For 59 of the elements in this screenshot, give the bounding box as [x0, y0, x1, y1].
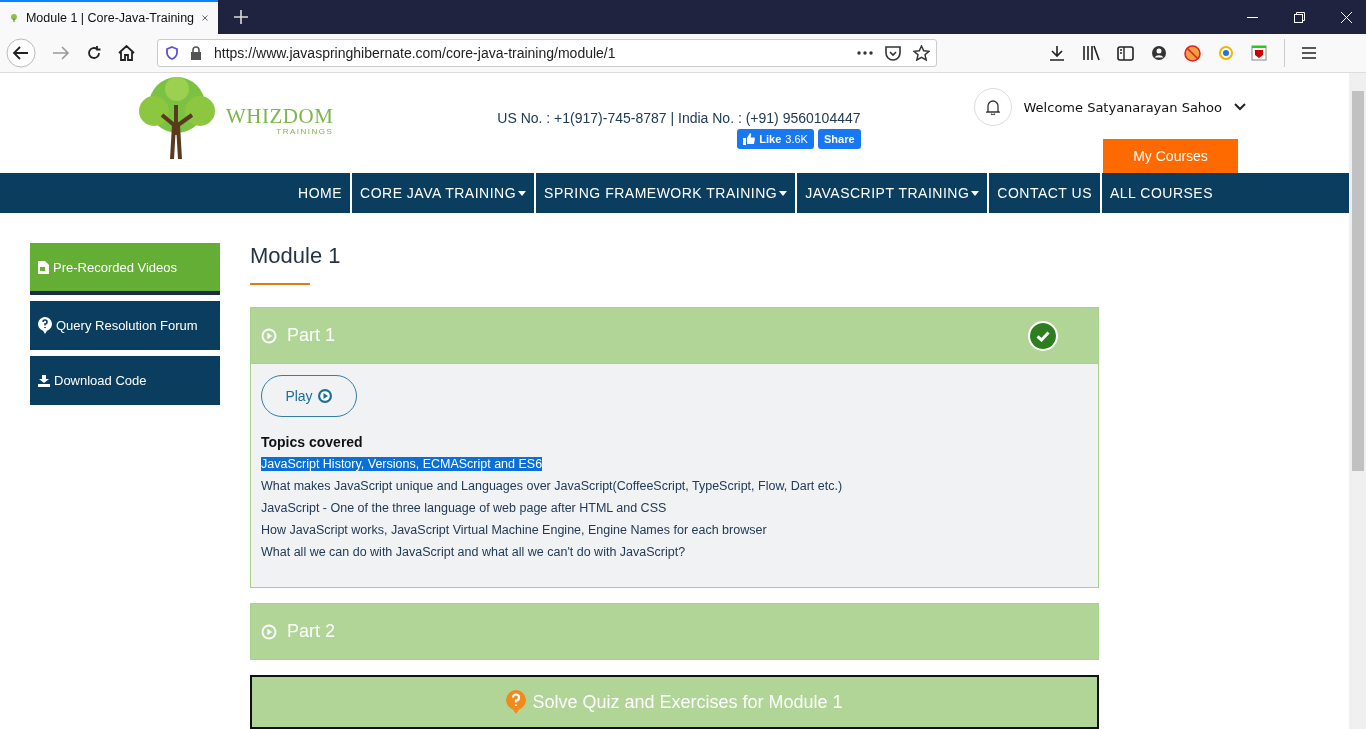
url-text: https://www.javaspringhibernate.com/core-java-training/module/1	[214, 45, 617, 61]
download-icon[interactable]	[1049, 45, 1065, 61]
home-icon[interactable]	[118, 45, 135, 61]
tab-title: Module 1 | Core-Java-Training	[25, 11, 195, 25]
nav-link[interactable]: CORE JAVA TRAINING	[352, 173, 535, 213]
question-bubble-icon	[506, 690, 527, 714]
menu-icon[interactable]	[1302, 47, 1316, 59]
chevron-down-icon[interactable]	[1234, 103, 1247, 111]
sidebar-icon[interactable]	[1117, 45, 1134, 61]
play-circle-icon	[261, 623, 277, 640]
thumbs-up-icon	[743, 133, 756, 145]
topic-text: How JavaScript works, JavaScript Virtual Machine Engine, Engine Names for each browser	[261, 523, 767, 537]
nav-link[interactable]: HOME	[290, 173, 351, 213]
nav-link[interactable]: JAVASCRIPT TRAINING	[797, 173, 988, 213]
shield-icon	[166, 46, 178, 60]
shield-extension-icon[interactable]	[1251, 45, 1267, 61]
close-icon[interactable]	[1341, 11, 1352, 23]
blocked-extension-icon[interactable]	[1184, 44, 1201, 62]
library-icon[interactable]	[1082, 45, 1100, 61]
extension-icon[interactable]	[1218, 45, 1234, 61]
topics-heading: Topics covered	[261, 434, 364, 450]
phone-numbers: US No. : +1(917)-745-8787 | India No. : (+91) 9560104447	[497, 110, 861, 126]
play-circle-icon	[316, 388, 333, 404]
reload-icon[interactable]	[86, 45, 102, 61]
forward-icon[interactable]	[52, 45, 70, 61]
scrollbar[interactable]	[1349, 73, 1366, 729]
new-tab-icon[interactable]	[234, 10, 248, 24]
lock-icon	[190, 46, 202, 60]
logo-tagline: TRAININGS	[276, 127, 334, 136]
play-circle-icon	[261, 327, 277, 344]
pocket-icon[interactable]	[885, 45, 901, 61]
bell-icon	[985, 99, 1000, 115]
nav-link[interactable]: CONTACT US	[989, 173, 1100, 213]
nav-link[interactable]: ALL COURSES	[1102, 173, 1221, 213]
restore-icon[interactable]	[1294, 11, 1305, 23]
logo-name: WHIZDOM	[226, 104, 334, 129]
topic-text: JavaScript - One of the three language of web page after HTML and CSS	[261, 501, 667, 515]
facebook-share-button[interactable]: Share	[817, 129, 861, 149]
caret-icon	[971, 190, 980, 196]
sidebar-item[interactable]: Query Resolution Forum	[30, 301, 220, 350]
facebook-like-button[interactable]: Like 3.6K	[737, 129, 814, 149]
caret-icon	[779, 190, 788, 196]
sidebar-item[interactable]: Download Code	[30, 356, 220, 405]
question-bubble-icon	[38, 317, 52, 334]
topic-text: What all we can do with JavaScript and what all we can't do with JavaScript?	[261, 545, 686, 559]
browser-tab[interactable]: Module 1 | Core-Java-Training	[0, 0, 218, 34]
account-icon[interactable]	[1151, 45, 1167, 61]
topic-text: What makes JavaScript unique and Languages over JavaScript(CoffeeScript, TypeScript, Flow, Dart etc.)	[261, 479, 843, 493]
address-bar[interactable]: https://www.javaspringhibernate.com/core-java-training/module/1	[157, 39, 937, 67]
caret-icon	[518, 190, 527, 196]
video-file-icon	[38, 260, 49, 274]
back-icon[interactable]	[6, 38, 36, 68]
more-icon[interactable]	[857, 51, 873, 55]
module-title: Module 1	[250, 243, 342, 269]
welcome-user-menu[interactable]: Welcome Satyanarayan Sahoo	[1023, 99, 1223, 115]
nav-link[interactable]: SPRING FRAMEWORK TRAINING	[536, 173, 796, 213]
star-icon[interactable]	[913, 45, 930, 61]
topic-text: JavaScript History, Versions, ECMAScript and ES6	[261, 457, 543, 471]
download-icon	[38, 374, 50, 387]
